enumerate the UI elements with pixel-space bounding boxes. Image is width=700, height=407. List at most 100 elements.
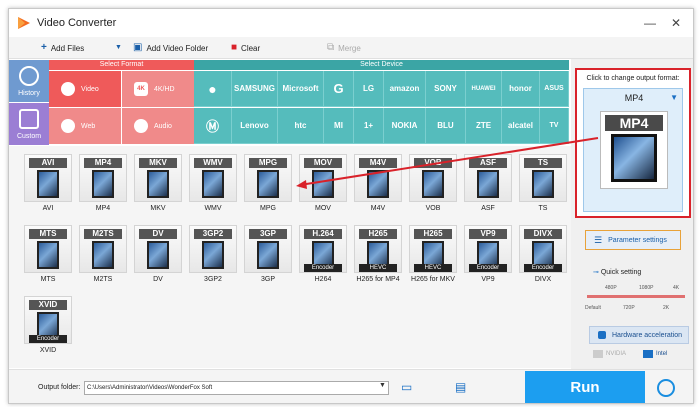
format-icon: WMV bbox=[189, 154, 237, 202]
format-sub-tag: Encoder bbox=[469, 264, 507, 272]
format-tile-m2ts[interactable]: M2TS M2TS bbox=[79, 225, 127, 289]
format-icon: H.264 Encoder bbox=[299, 225, 347, 273]
format-tile-m4v[interactable]: M4V M4V bbox=[354, 154, 402, 218]
film-icon bbox=[422, 170, 444, 198]
select-format-header: Select Format bbox=[49, 60, 194, 70]
format-tile-mp4[interactable]: MP4 MP4 bbox=[79, 154, 127, 218]
tick-4k: 4K bbox=[673, 285, 680, 291]
format-tile-avi[interactable]: AVI AVI bbox=[24, 154, 72, 218]
format-tile-ts[interactable]: TS TS bbox=[519, 154, 567, 218]
device-motorola[interactable]: Ⓜ bbox=[194, 108, 232, 144]
format-icon: VP9 Encoder bbox=[464, 225, 512, 273]
device-sony[interactable]: SONY bbox=[426, 71, 466, 107]
device-tv[interactable]: TV bbox=[540, 108, 569, 144]
format-tile-mkv[interactable]: MKV MKV bbox=[134, 154, 182, 218]
format-web-label: Web bbox=[81, 122, 96, 130]
format-icon: MTS bbox=[24, 225, 72, 273]
app-logo-icon bbox=[18, 17, 30, 29]
merge-button[interactable]: ⧉ Merge bbox=[327, 41, 361, 55]
format-tag: MOV bbox=[304, 158, 342, 168]
device-zte[interactable]: ZTE bbox=[466, 108, 502, 144]
nvidia-toggle[interactable]: NVIDIA bbox=[593, 348, 626, 360]
device-amazon[interactable]: amazon bbox=[384, 71, 426, 107]
format-tile-dv[interactable]: DV DV bbox=[134, 225, 182, 289]
format-label: MOV bbox=[315, 205, 331, 212]
film-icon bbox=[37, 241, 59, 269]
quick-setting-label: ⊸ Quick setting bbox=[593, 268, 641, 276]
open-folder-icon[interactable]: ▭ bbox=[401, 380, 412, 394]
add-video-folder-label: Add Video Folder bbox=[146, 43, 209, 53]
run-button[interactable]: Run bbox=[525, 371, 645, 403]
device-honor[interactable]: honor bbox=[502, 71, 540, 107]
format-tag: DIVX bbox=[524, 229, 562, 239]
output-folder-label: Output folder: bbox=[38, 384, 81, 391]
add-video-folder-button[interactable]: ▣ Add Video Folder bbox=[133, 41, 208, 55]
device-blu[interactable]: BLU bbox=[426, 108, 466, 144]
format-label: M4V bbox=[370, 205, 386, 212]
parameter-settings-button[interactable]: ☰ Parameter settings bbox=[585, 230, 681, 250]
close-button[interactable]: ✕ bbox=[665, 13, 687, 33]
history-label: History bbox=[18, 90, 40, 97]
device-asus[interactable]: ASUS bbox=[540, 71, 569, 107]
device-google[interactable]: G bbox=[324, 71, 354, 107]
output-caption: Click to change output format: bbox=[586, 75, 680, 82]
custom-button[interactable]: Custom bbox=[9, 103, 49, 145]
format-tile-divx[interactable]: DIVX Encoder DIVX bbox=[519, 225, 567, 289]
format-tile-3gp[interactable]: 3GP 3GP bbox=[244, 225, 292, 289]
format-label: MP4 bbox=[95, 205, 111, 212]
format-tile-mts[interactable]: MTS MTS bbox=[24, 225, 72, 289]
format-tile-mov[interactable]: MOV MOV bbox=[299, 154, 347, 218]
format-tile-mpg[interactable]: MPG MPG bbox=[244, 154, 292, 218]
film-icon bbox=[37, 170, 59, 198]
video-folder-icon[interactable]: ▤ bbox=[455, 380, 466, 394]
history-button[interactable]: History bbox=[9, 60, 49, 102]
chevron-down-icon: ▼ bbox=[115, 44, 122, 51]
format-tile-vob[interactable]: VOB VOB bbox=[409, 154, 457, 218]
format-tile-h265-for-mp4[interactable]: H265 HEVC H265 for MP4 bbox=[354, 225, 402, 289]
device-huawei[interactable]: HUAWEI bbox=[466, 71, 502, 107]
output-folder-input[interactable]: C:\Users\Administrator\Videos\WonderFox … bbox=[84, 381, 389, 395]
device-htc[interactable]: htc bbox=[278, 108, 324, 144]
add-files-dropdown[interactable]: ▼ bbox=[115, 41, 126, 55]
format-audio-button[interactable]: Audio bbox=[122, 108, 194, 144]
film-icon bbox=[367, 170, 389, 198]
device-alcatel[interactable]: alcatel bbox=[502, 108, 540, 144]
add-files-button[interactable]: + Add Files bbox=[41, 41, 84, 55]
device-mi[interactable]: MI bbox=[324, 108, 354, 144]
device-apple[interactable]: ● bbox=[194, 71, 232, 107]
tick-2k: 2K bbox=[663, 305, 670, 311]
intel-icon bbox=[643, 350, 653, 358]
format-tile-xvid[interactable]: XVID Encoder XVID bbox=[24, 296, 72, 360]
select-device-header: Select Device bbox=[194, 60, 569, 70]
output-folder-dropdown[interactable]: ▼ bbox=[379, 382, 386, 389]
quality-slider[interactable] bbox=[587, 295, 685, 298]
device-lenovo[interactable]: Lenovo bbox=[232, 108, 278, 144]
format-tag: 3GP2 bbox=[194, 229, 232, 239]
dropdown-arrow-icon: ▼ bbox=[670, 93, 678, 102]
format-tile-h264[interactable]: H.264 Encoder H264 bbox=[299, 225, 347, 289]
intel-toggle[interactable]: Intel bbox=[643, 348, 667, 360]
device-oneplus[interactable]: 1+ bbox=[354, 108, 384, 144]
format-video-button[interactable]: Video bbox=[49, 71, 121, 107]
format-icon: 3GP2 bbox=[189, 225, 237, 273]
device-microsoft[interactable]: Microsoft bbox=[278, 71, 324, 107]
format-tile-asf[interactable]: ASF ASF bbox=[464, 154, 512, 218]
alarm-clock-icon[interactable] bbox=[657, 379, 675, 397]
format-4k-button[interactable]: 4K 4K/HD bbox=[122, 71, 194, 107]
format-tile-wmv[interactable]: WMV WMV bbox=[189, 154, 237, 218]
output-format-selector[interactable]: MP4 ▼ MP4 bbox=[583, 88, 683, 212]
minimize-button[interactable]: — bbox=[639, 13, 661, 33]
device-lg[interactable]: LG bbox=[354, 71, 384, 107]
hardware-acceleration-button[interactable]: Hardware acceleration bbox=[589, 326, 689, 344]
custom-icon bbox=[19, 109, 39, 129]
device-nokia[interactable]: NOKIA bbox=[384, 108, 426, 144]
clear-button[interactable]: ■ Clear bbox=[231, 41, 260, 55]
format-tile-h265-for-mkv[interactable]: H265 HEVC H265 for MKV bbox=[409, 225, 457, 289]
format-tile-vp9[interactable]: VP9 Encoder VP9 bbox=[464, 225, 512, 289]
format-web-button[interactable]: Web bbox=[49, 108, 121, 144]
format-label: AVI bbox=[42, 205, 54, 212]
format-label: DIVX bbox=[534, 276, 552, 283]
device-samsung[interactable]: SAMSUNG bbox=[232, 71, 278, 107]
merge-label: Merge bbox=[338, 43, 361, 53]
format-tile-3gp2[interactable]: 3GP2 3GP2 bbox=[189, 225, 237, 289]
